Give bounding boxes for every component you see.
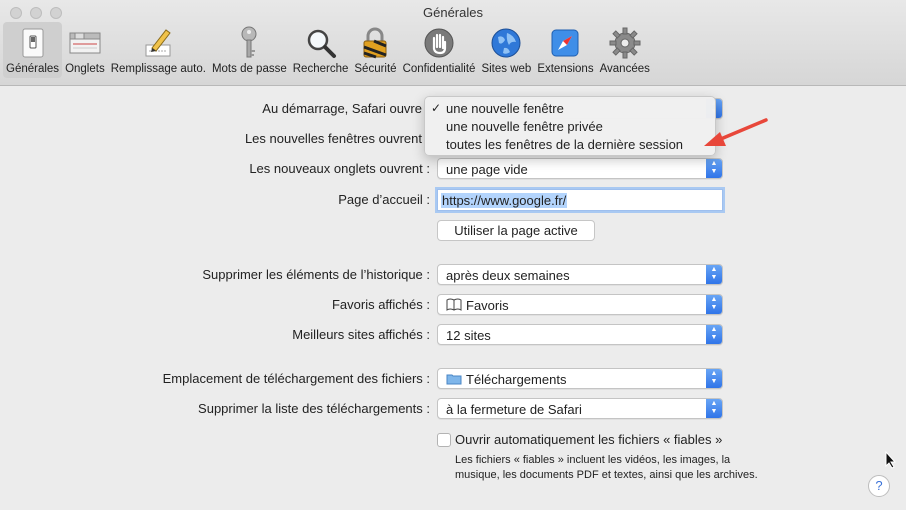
padlock-icon: [358, 26, 392, 60]
help-button[interactable]: ?: [868, 475, 890, 497]
tab-generales[interactable]: Générales: [3, 22, 63, 78]
favorites-label: Favoris affichés :: [331, 297, 430, 312]
popup-arrows-icon: ▲▼: [706, 159, 722, 178]
tab-label: Confidentialité: [402, 63, 476, 75]
history-popup[interactable]: après deux semaines ▲ ▼: [437, 264, 723, 285]
menu-item-new-window[interactable]: ✓ une nouvelle fenêtre: [425, 100, 715, 118]
new-tabs-label: Les nouveaux onglets ouvrent :: [249, 161, 430, 176]
checkmark-icon: ✓: [431, 101, 442, 115]
homepage-label: Page d’accueil :: [338, 192, 430, 207]
new-tabs-popup[interactable]: une page vide ▲ ▼: [437, 158, 723, 179]
new-windows-label: Les nouvelles fenêtres ouvrent: [244, 131, 422, 146]
tab-remplissage-auto[interactable]: Remplissage auto.: [108, 22, 209, 78]
popup-arrows-icon: ▲▼: [706, 265, 722, 284]
open-safe-files-checkbox[interactable]: [437, 433, 451, 447]
popup-arrows-icon: ▲▼: [706, 399, 722, 418]
popup-value: Téléchargements: [466, 372, 567, 387]
homepage-value: https://www.google.fr/: [441, 193, 568, 208]
use-current-row: Utiliser la page active: [0, 220, 906, 242]
window-title: Générales: [423, 5, 483, 20]
tab-label: Sécurité: [354, 63, 397, 75]
homepage-input[interactable]: https://www.google.fr/: [437, 189, 723, 211]
tab-avancees[interactable]: Avancées: [597, 22, 653, 78]
tab-label: Avancées: [599, 63, 650, 75]
annotation-arrow-icon: [704, 118, 768, 146]
use-current-page-button[interactable]: Utiliser la page active: [437, 220, 595, 241]
menu-item-label: une nouvelle fenêtre: [446, 101, 564, 116]
menu-item-label: une nouvelle fenêtre privée: [446, 119, 603, 134]
topsites-label: Meilleurs sites affichés :: [292, 327, 430, 342]
tab-label: Recherche: [292, 63, 349, 75]
mouse-cursor-icon: [885, 451, 897, 469]
magnifier-icon: [304, 26, 338, 60]
download-location-popup[interactable]: Téléchargements ▲ ▼: [437, 368, 723, 389]
tab-extensions[interactable]: Extensions: [534, 22, 596, 78]
popup-value: une page vide: [446, 162, 528, 177]
tab-label: Remplissage auto.: [110, 63, 206, 75]
download-location-row: Emplacement de téléchargement des fichie…: [0, 368, 906, 390]
tab-label: Générales: [6, 63, 60, 75]
popup-value: après deux semaines: [446, 268, 570, 283]
history-row: Supprimer les éléments de l’historique :…: [0, 264, 906, 286]
tab-recherche[interactable]: Recherche: [290, 22, 352, 78]
popup-arrows-icon: ▲▼: [706, 295, 722, 314]
title-bar: Générales Générales Onglets Remplissage …: [0, 0, 906, 86]
popup-value: à la fermeture de Safari: [446, 402, 582, 417]
general-switch-icon: [16, 26, 50, 60]
tab-mots-de-passe[interactable]: Mots de passe: [209, 22, 290, 78]
startup-dropdown-menu: ✓ une nouvelle fenêtre une nouvelle fenê…: [424, 96, 716, 156]
hand-icon: [422, 26, 456, 60]
favorites-row: Favoris affichés : Favoris ▲ ▼: [0, 294, 906, 316]
key-icon: [232, 26, 266, 60]
tab-label: Onglets: [65, 63, 105, 75]
remove-downloads-row: Supprimer la liste des téléchargements :…: [0, 398, 906, 420]
globe-icon: [489, 26, 523, 60]
popup-arrows-icon: ▲▼: [706, 325, 722, 344]
tabs-icon: [68, 26, 102, 60]
popup-arrows-icon: ▲▼: [706, 369, 722, 388]
tab-label: Extensions: [537, 63, 594, 75]
history-label: Supprimer les éléments de l’historique :: [202, 267, 430, 282]
topsites-popup[interactable]: 12 sites ▲ ▼: [437, 324, 723, 345]
gear-icon: [608, 26, 642, 60]
tab-securite[interactable]: Sécurité: [351, 22, 399, 78]
tab-sites-web[interactable]: Sites web: [478, 22, 534, 78]
topsites-row: Meilleurs sites affichés : 12 sites ▲ ▼: [0, 324, 906, 346]
remove-downloads-label: Supprimer la liste des téléchargements :: [198, 401, 430, 416]
pencil-form-icon: [141, 26, 175, 60]
menu-item-label: toutes les fenêtres de la dernière sessi…: [446, 137, 684, 152]
download-location-label: Emplacement de téléchargement des fichie…: [162, 371, 430, 386]
favorites-popup[interactable]: Favoris ▲ ▼: [437, 294, 723, 315]
remove-downloads-popup[interactable]: à la fermeture de Safari ▲ ▼: [437, 398, 723, 419]
folder-icon: [446, 373, 462, 388]
tab-confidentialite[interactable]: Confidentialité: [400, 22, 479, 78]
safe-files-note: Les fichiers « fiables » incluent les vi…: [455, 454, 758, 481]
open-safe-files-label[interactable]: Ouvrir automatiquement les fichiers « fi…: [455, 432, 722, 447]
preferences-toolbar: Générales Onglets Remplissage auto. Mots…: [3, 22, 653, 80]
book-icon: [446, 298, 462, 314]
homepage-row: Page d’accueil : https://www.google.fr/: [0, 189, 906, 211]
popup-value: 12 sites: [446, 328, 491, 343]
puzzle-compass-icon: [548, 26, 582, 60]
new-tabs-row: Les nouveaux onglets ouvrent : une page …: [0, 158, 906, 180]
startup-label: Au démarrage, Safari ouvre: [262, 101, 422, 116]
tab-label: Mots de passe: [211, 63, 287, 75]
tab-label: Sites web: [481, 63, 532, 75]
menu-item-all-last-session-windows[interactable]: toutes les fenêtres de la dernière sessi…: [425, 136, 715, 154]
tab-onglets[interactable]: Onglets: [62, 22, 108, 78]
popup-value: Favoris: [466, 298, 509, 313]
preferences-window: Générales Générales Onglets Remplissage …: [0, 0, 906, 510]
menu-item-new-private-window[interactable]: une nouvelle fenêtre privée: [425, 118, 715, 136]
